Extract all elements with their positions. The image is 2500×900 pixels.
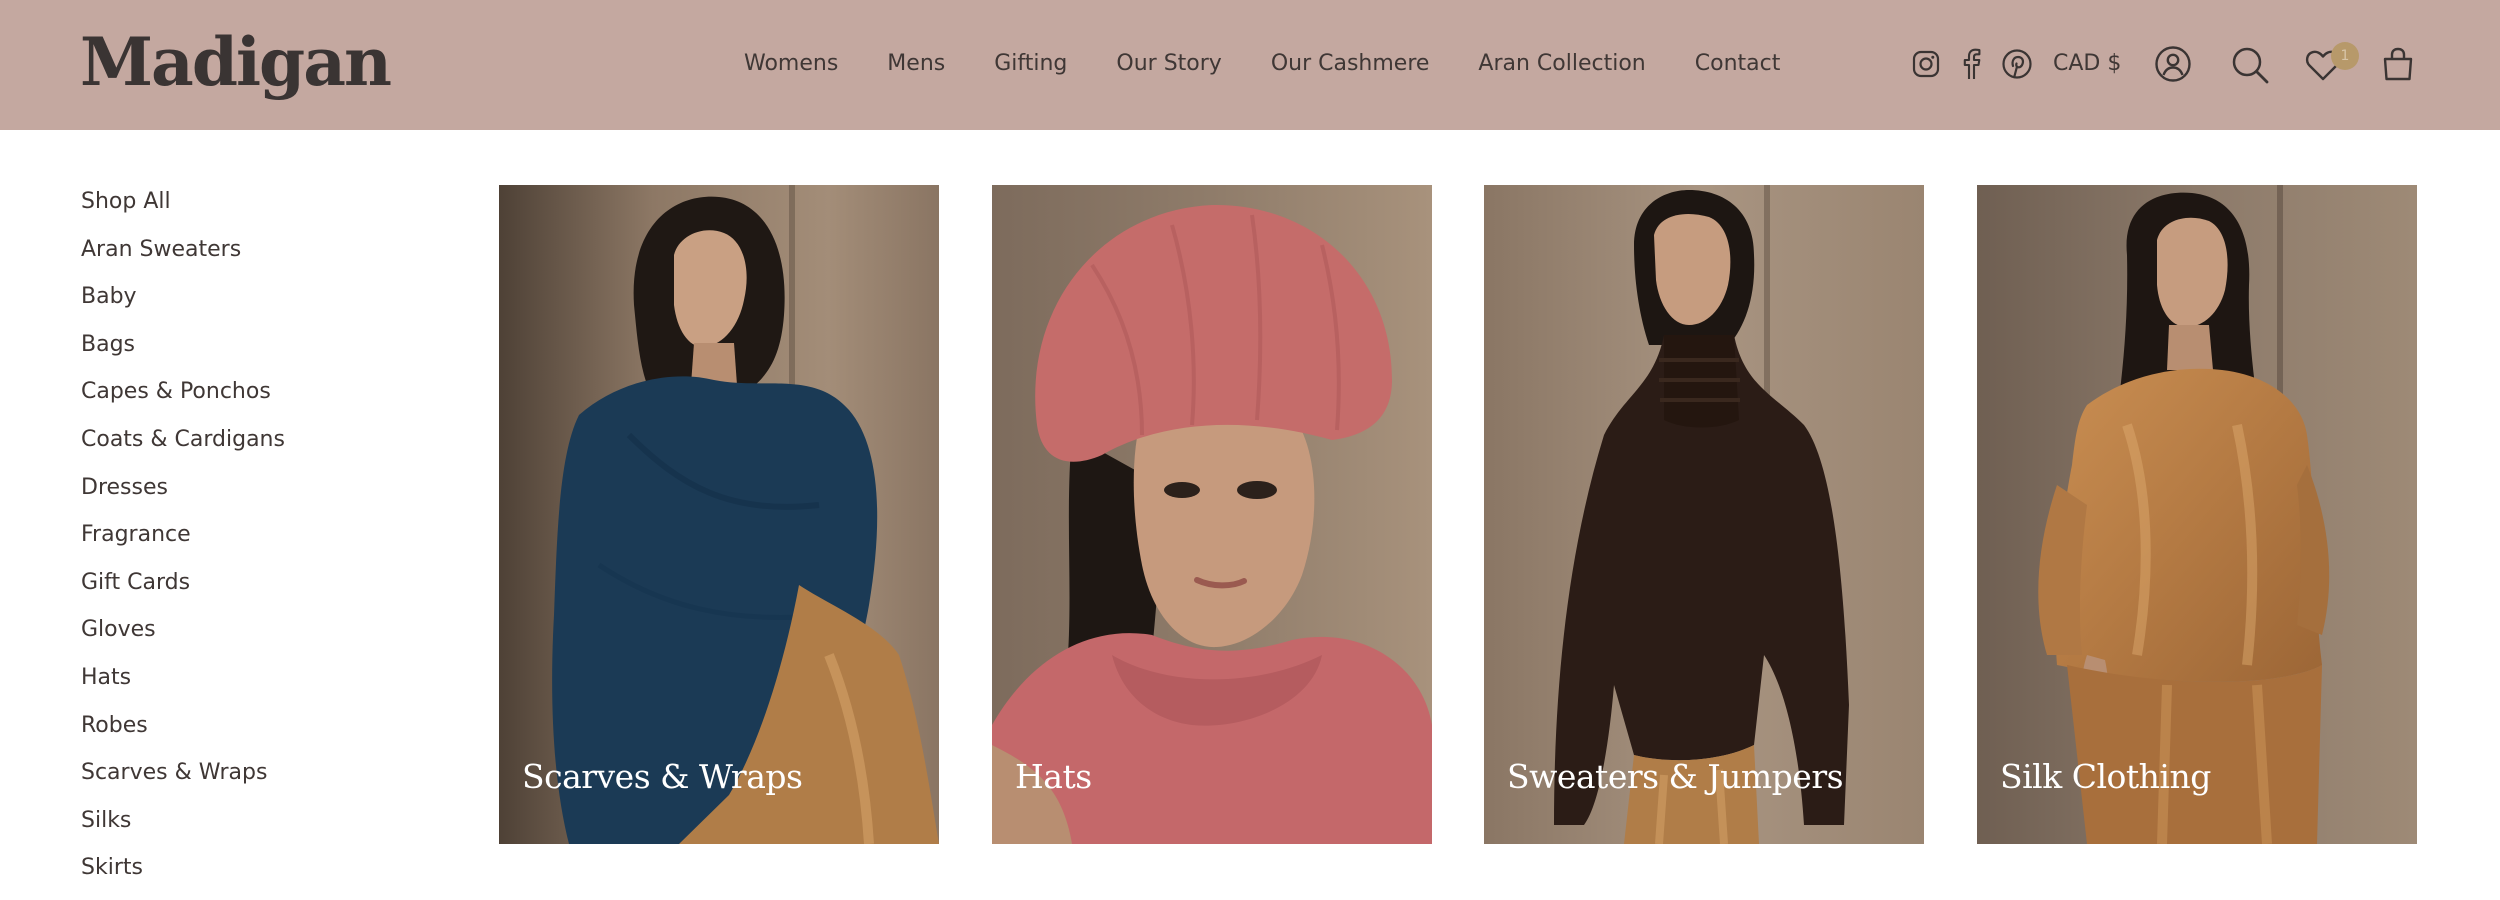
nav-our-cashmere[interactable]: Our Cashmere <box>1271 48 1430 80</box>
tile-label: Hats <box>1015 757 1092 796</box>
sidebar-item-skirts[interactable]: Skirts <box>81 852 285 900</box>
sidebar-item-aran-sweaters[interactable]: Aran Sweaters <box>81 234 285 282</box>
sidebar-item-gloves[interactable]: Gloves <box>81 614 285 662</box>
nav-aran-collection[interactable]: Aran Collection <box>1478 48 1645 80</box>
facebook-icon[interactable] <box>1960 48 1982 80</box>
pinterest-icon[interactable] <box>2001 48 2033 80</box>
sidebar-item-shop-all[interactable]: Shop All <box>81 186 285 234</box>
sidebar-item-fragrance[interactable]: Fragrance <box>81 519 285 567</box>
account-icon[interactable] <box>2154 45 2192 83</box>
sidebar-item-bags[interactable]: Bags <box>81 329 285 377</box>
nav-gifting[interactable]: Gifting <box>994 48 1067 80</box>
site-header: Madigan Womens Mens Gifting Our Story Ou… <box>0 0 2500 130</box>
wishlist-count-badge: 1 <box>2331 42 2359 70</box>
tile-image <box>1484 185 1924 844</box>
bag-icon[interactable] <box>2382 46 2414 82</box>
category-tile-sweaters-jumpers[interactable]: Sweaters & Jumpers <box>1484 185 1924 844</box>
currency-selector[interactable]: CAD $ <box>2053 48 2121 80</box>
tile-label: Silk Clothing <box>2000 757 2211 796</box>
tile-image <box>1977 185 2417 844</box>
nav-contact[interactable]: Contact <box>1695 48 1781 80</box>
main-nav: Womens Mens Gifting Our Story Our Cashme… <box>744 48 1780 80</box>
sidebar-item-silks[interactable]: Silks <box>81 805 285 853</box>
sidebar-item-scarves-wraps[interactable]: Scarves & Wraps <box>81 757 285 805</box>
nav-womens[interactable]: Womens <box>744 48 838 80</box>
sidebar-item-capes-ponchos[interactable]: Capes & Ponchos <box>81 376 285 424</box>
sidebar-item-hats[interactable]: Hats <box>81 662 285 710</box>
nav-mens[interactable]: Mens <box>887 48 945 80</box>
sidebar-item-coats-cardigans[interactable]: Coats & Cardigans <box>81 424 285 472</box>
tile-image <box>499 185 939 844</box>
category-sidebar: Shop All Aran Sweaters Baby Bags Capes &… <box>81 186 285 900</box>
sidebar-item-gift-cards[interactable]: Gift Cards <box>81 567 285 615</box>
category-tile-scarves-wraps[interactable]: Scarves & Wraps <box>499 185 939 844</box>
search-icon[interactable] <box>2230 45 2270 85</box>
tile-label: Sweaters & Jumpers <box>1507 757 1844 796</box>
instagram-icon[interactable] <box>1911 49 1941 79</box>
category-tile-hats[interactable]: Hats <box>992 185 1432 844</box>
tile-image <box>992 185 1432 844</box>
brand-logo[interactable]: Madigan <box>80 22 392 102</box>
sidebar-item-dresses[interactable]: Dresses <box>81 472 285 520</box>
nav-our-story[interactable]: Our Story <box>1116 48 1221 80</box>
sidebar-item-robes[interactable]: Robes <box>81 710 285 758</box>
tile-label: Scarves & Wraps <box>522 757 803 796</box>
category-tile-silk-clothing[interactable]: Silk Clothing <box>1977 185 2417 844</box>
sidebar-item-baby[interactable]: Baby <box>81 281 285 329</box>
